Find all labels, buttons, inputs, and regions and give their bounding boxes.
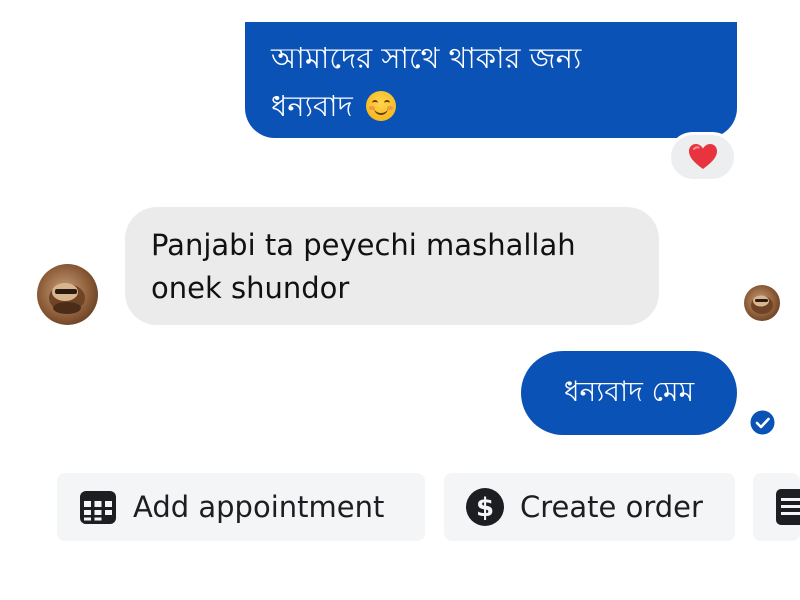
more-actions-button[interactable] [753, 473, 800, 541]
message-text-line: আমাদের সাথে থাকার জন্য [271, 41, 582, 75]
svg-text:$: $ [476, 493, 494, 523]
message-text: ধন্যবাদ মেম [563, 374, 695, 408]
avatar-photo [751, 295, 773, 314]
add-appointment-button[interactable]: Add appointment [57, 473, 425, 541]
add-appointment-label: Add appointment [133, 490, 385, 524]
document-icon [773, 486, 800, 528]
dollar-icon: $ [464, 486, 506, 528]
outgoing-message-bubble[interactable]: ধন্যবাদ মেম [521, 351, 737, 435]
seen-check-icon [750, 410, 775, 435]
message-text-line: ধন্যবাদ [271, 82, 713, 130]
read-receipt-avatar [744, 285, 780, 321]
outgoing-message-bubble[interactable]: আমাদের সাথে থাকার জন্য ধন্যবাদ [245, 22, 737, 138]
create-order-label: Create order [520, 490, 703, 524]
create-order-button[interactable]: $ Create order [444, 473, 735, 541]
sender-avatar[interactable] [37, 264, 98, 325]
chat-thread: আমাদের সাথে থাকার জন্য ধন্যবাদ Panjabi t… [0, 0, 800, 600]
heart-icon [688, 144, 717, 169]
smiling-face-emoji-icon [365, 91, 396, 121]
calendar-icon [77, 486, 119, 528]
message-text-line: Panjabi ta peyechi mashallah [151, 228, 576, 262]
message-text-line: onek shundor [151, 271, 350, 305]
incoming-message-bubble[interactable]: Panjabi ta peyechi mashallah onek shundo… [125, 207, 659, 325]
message-text: ধন্যবাদ [271, 89, 353, 123]
message-reaction[interactable] [668, 132, 737, 182]
avatar-photo [49, 283, 85, 314]
